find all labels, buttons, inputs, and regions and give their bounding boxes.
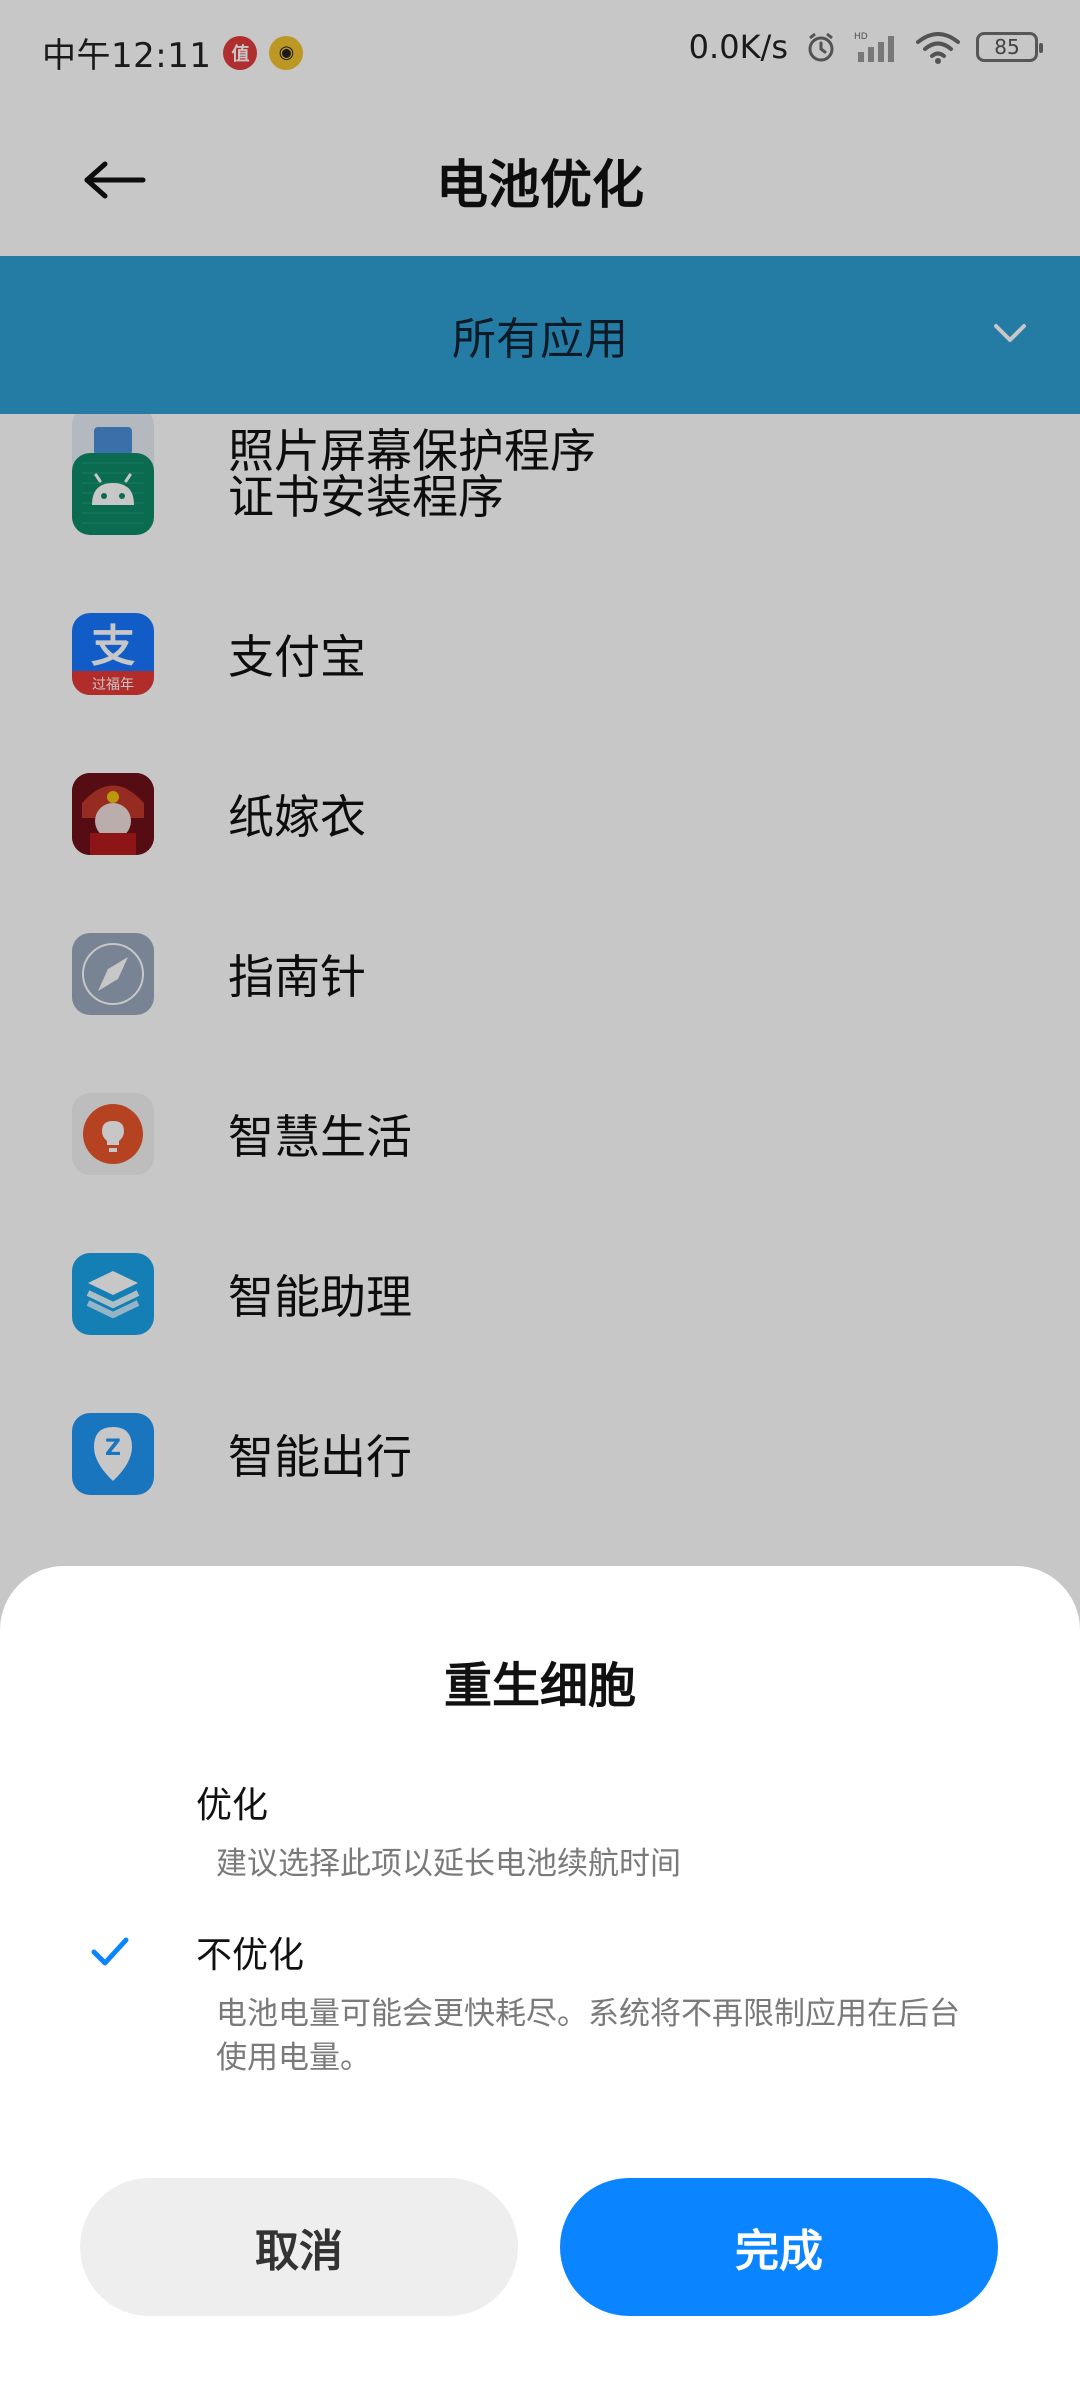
option-description: 电池电量可能会更快耗尽。系统将不再限制应用在后台使用电量。 bbox=[216, 1996, 960, 2076]
cancel-button[interactable]: 取消 bbox=[80, 2178, 518, 2316]
battery-option-sheet: 重生细胞 优化 建议选择此项以延长电池续航时间 不优化 电池电量可能会更快耗尽。… bbox=[0, 1566, 1080, 2400]
option-title: 不优化 bbox=[196, 1935, 305, 1976]
option-title: 优化 bbox=[196, 1785, 269, 1826]
checkmark-icon bbox=[91, 1937, 129, 1966]
option-description: 建议选择此项以延长电池续航时间 bbox=[216, 1846, 681, 1882]
sheet-title: 重生细胞 bbox=[443, 1658, 636, 1714]
done-button[interactable]: 完成 bbox=[560, 2178, 998, 2316]
